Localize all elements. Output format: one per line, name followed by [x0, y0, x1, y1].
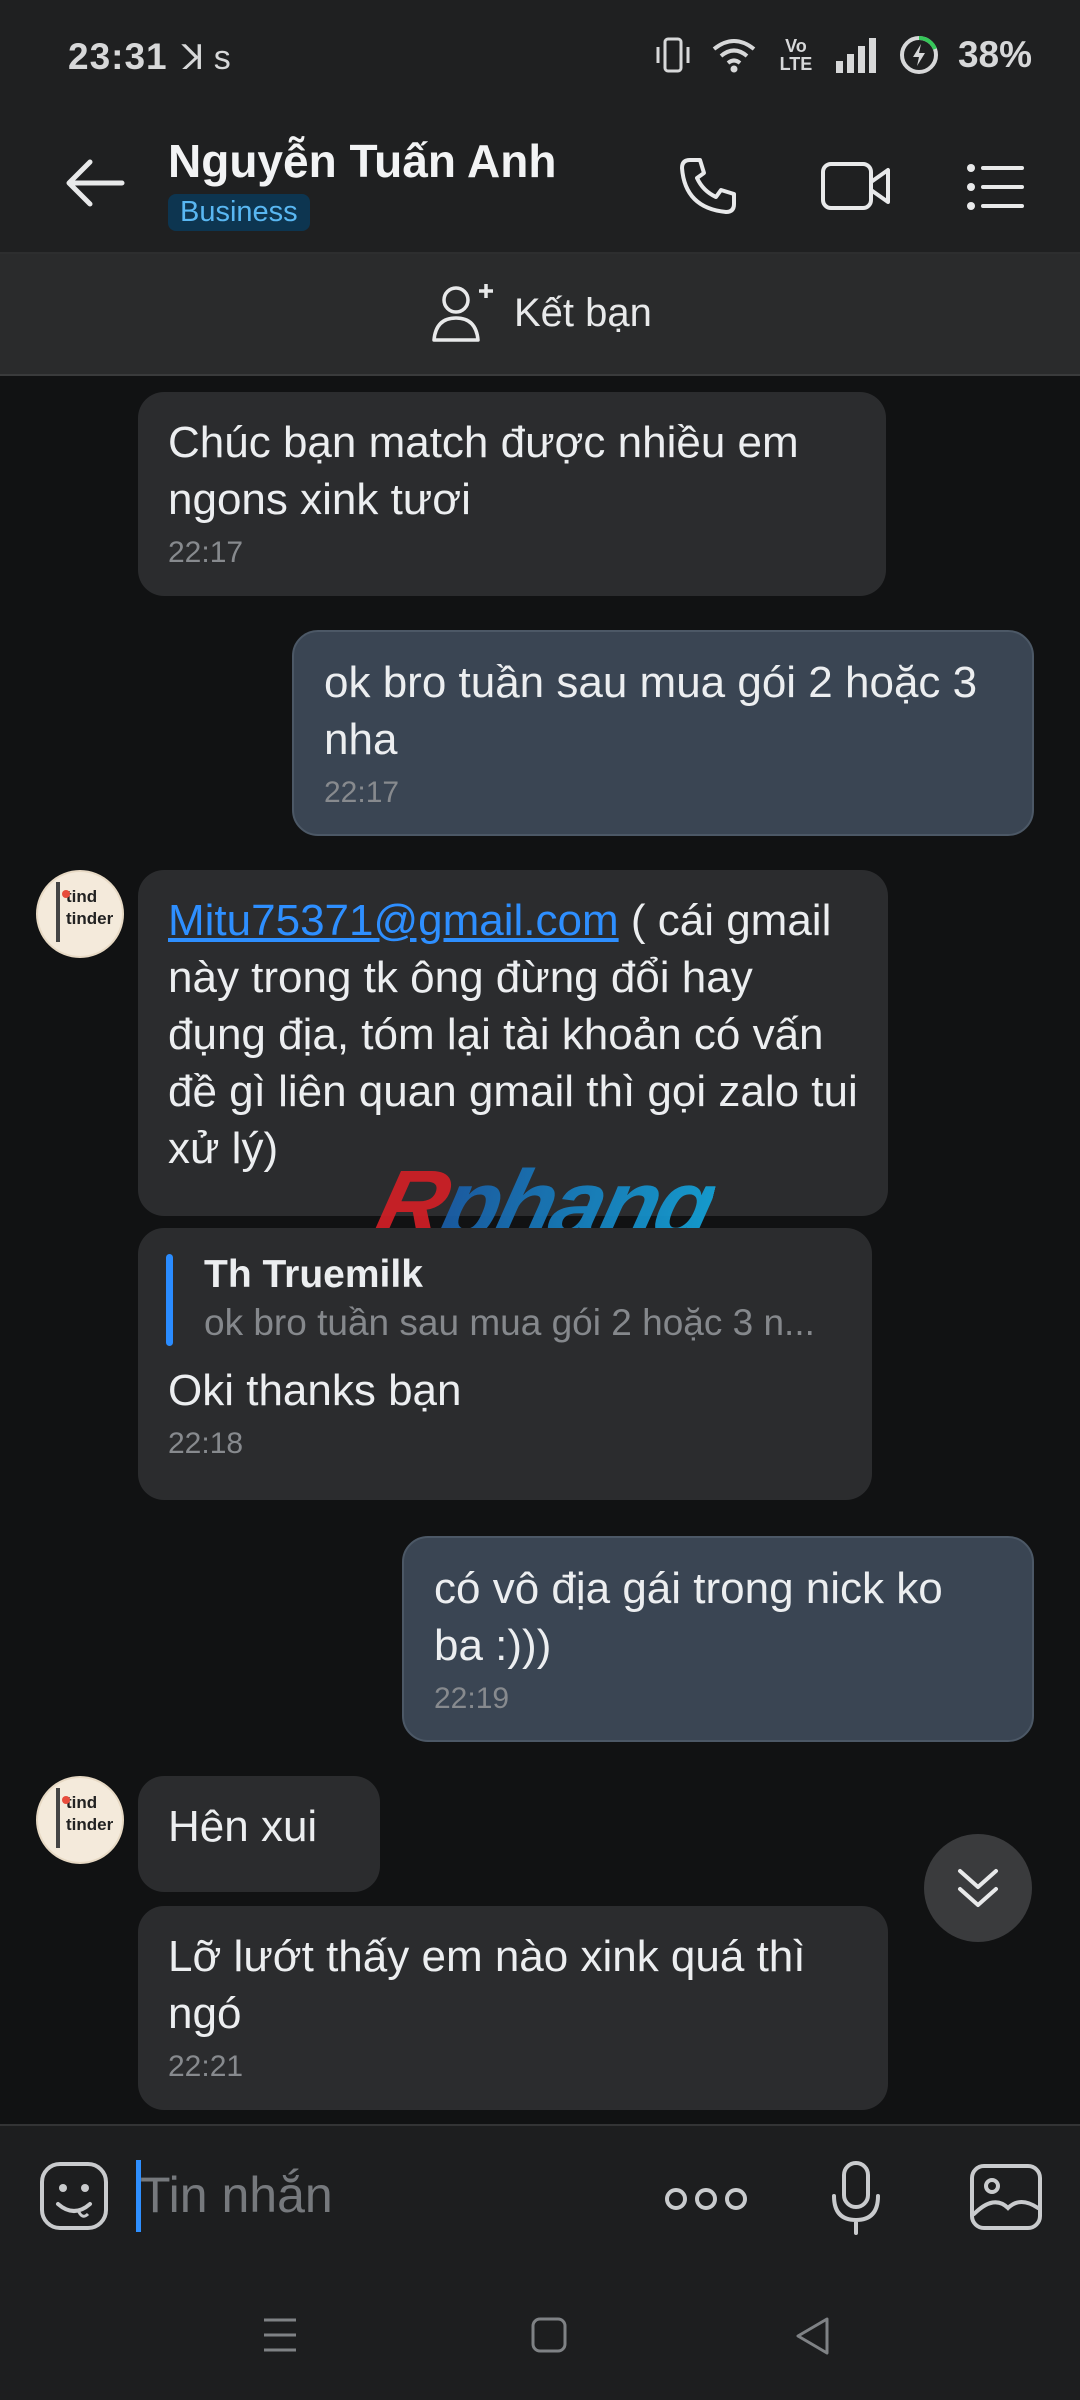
message-time: 22:17 — [168, 536, 244, 569]
avatar-stripe — [56, 1788, 60, 1848]
arrow-left-icon — [66, 159, 125, 207]
video-camera-icon — [821, 162, 890, 210]
email-link[interactable]: Mitu75371@gmail.com — [168, 896, 619, 945]
avatar-stripe — [56, 882, 60, 942]
add-friend-label: Kết bạn — [514, 290, 652, 335]
business-badge: Business — [168, 194, 310, 231]
phone-icon — [680, 158, 736, 214]
message-time: 22:21 — [168, 2050, 244, 2083]
photo-button[interactable] — [968, 2162, 1044, 2232]
video-call-button[interactable] — [820, 156, 892, 216]
wifi-icon — [712, 39, 756, 73]
message-text: Oki thanks bạn — [168, 1366, 462, 1415]
avatar-heart — [62, 890, 70, 898]
message-text: ok bro tuần sau mua gói 2 hoặc 3 nha — [324, 658, 978, 764]
sticker-button[interactable] — [38, 2160, 110, 2232]
scroll-to-bottom-button[interactable] — [924, 1834, 1032, 1942]
contact-name[interactable]: Nguyễn Tuấn Anh — [168, 134, 556, 188]
quoted-message[interactable]: Th Truemilk ok bro tuần sau mua gói 2 ho… — [166, 1250, 842, 1350]
back-triangle-icon — [796, 2317, 829, 2355]
message-text: có vô địa gái trong nick ko ba :))) — [434, 1564, 943, 1670]
message-time: 22:19 — [434, 1682, 510, 1715]
message-bubble-incoming[interactable]: Chúc bạn match được nhiều em ngons xink … — [138, 392, 886, 596]
call-button[interactable] — [676, 154, 740, 218]
message-input[interactable]: Tin nhắn — [140, 2166, 333, 2224]
contact-avatar[interactable]: tind tinder — [36, 1776, 124, 1864]
nav-recents-button[interactable] — [262, 2316, 298, 2354]
add-friend-button[interactable]: Kết bạn — [430, 282, 652, 344]
add-user-icon — [432, 284, 493, 342]
volte-label: Vo LTE — [779, 36, 813, 74]
battery-percent: 38% — [957, 34, 1032, 75]
home-square-icon — [531, 2317, 567, 2353]
menu-button[interactable] — [966, 160, 1026, 214]
sticker-smile-icon — [40, 2162, 108, 2230]
quote-bar — [166, 1254, 173, 1346]
notification-icons: ꓘ s — [182, 39, 231, 77]
message-bubble-incoming[interactable]: Hên xui — [138, 1776, 380, 1892]
signal-icon — [835, 38, 876, 73]
contact-avatar[interactable]: tind tinder — [36, 870, 124, 958]
avatar-brand-text: tind tinder — [66, 1793, 114, 1834]
quote-text: ok bro tuần sau mua gói 2 hoặc 3 n... — [204, 1302, 815, 1343]
voice-record-button[interactable] — [830, 2160, 882, 2236]
status-right-group: Vo LTE 38% — [654, 34, 1032, 76]
status-time: 23:31 — [68, 36, 168, 77]
vibrate-icon — [656, 37, 690, 73]
back-button[interactable] — [60, 150, 134, 216]
message-text: Lỡ lướt thấy em nào xink quá thì ngó — [168, 1932, 806, 2038]
message-bubble-outgoing[interactable]: có vô địa gái trong nick ko ba :))) 22:1… — [402, 1536, 1034, 1742]
microphone-icon — [832, 2161, 880, 2235]
message-bubble-incoming[interactable]: Lỡ lướt thấy em nào xink quá thì ngó 22:… — [138, 1906, 888, 2110]
nav-home-button[interactable] — [530, 2316, 568, 2354]
more-options-button[interactable] — [664, 2182, 748, 2216]
recents-lines-icon — [264, 2318, 296, 2352]
avatar-heart — [62, 1796, 70, 1804]
image-gallery-icon — [970, 2164, 1042, 2230]
message-bubble-outgoing[interactable]: ok bro tuần sau mua gói 2 hoặc 3 nha 22:… — [292, 630, 1034, 836]
nav-back-button[interactable] — [794, 2316, 830, 2356]
message-bubble-reply[interactable]: Th Truemilk ok bro tuần sau mua gói 2 ho… — [138, 1228, 872, 1500]
message-time: 22:18 — [168, 1427, 244, 1460]
battery-charging-icon — [899, 35, 938, 74]
quote-author: Th Truemilk — [204, 1253, 423, 1296]
double-chevron-down-icon — [958, 1869, 998, 1907]
message-text: Mitu75371@gmail.com ( cái gmail này tron… — [168, 892, 858, 1177]
message-text: Chúc bạn match được nhiều em ngons xink … — [168, 418, 799, 524]
list-menu-icon — [967, 164, 1024, 210]
message-time: 22:17 — [324, 776, 400, 809]
avatar-brand-text: tind tinder — [66, 887, 114, 928]
more-dots-icon — [665, 2188, 747, 2210]
message-text: Hên xui — [168, 1802, 318, 1851]
